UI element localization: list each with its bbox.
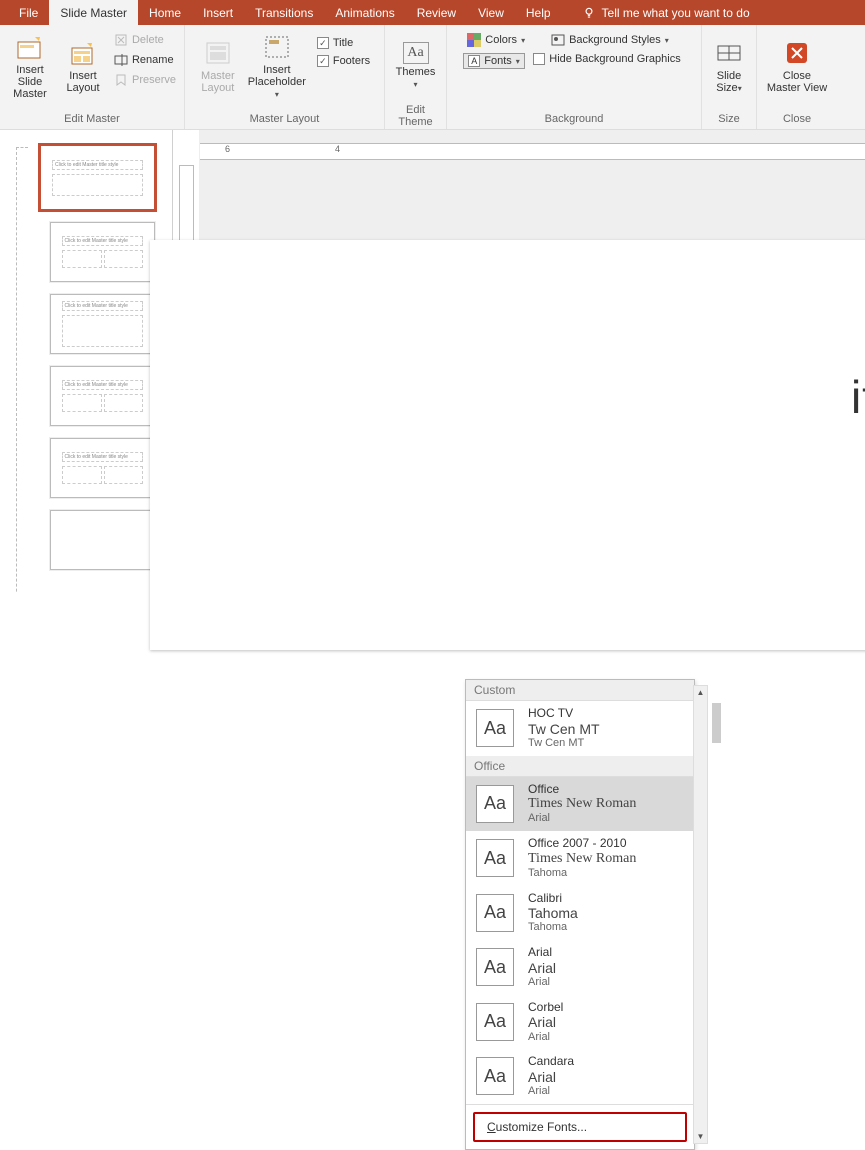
background-styles-button[interactable]: Background Styles▾ — [547, 31, 673, 49]
master-layout-group-label: Master Layout — [250, 112, 320, 127]
colors-button[interactable]: Colors▾ — [463, 31, 529, 49]
delete-button: Delete — [110, 31, 180, 49]
fonts-dropdown: Custom Aa HOC TV Tw Cen MT Tw Cen MT Off… — [465, 679, 695, 1150]
tab-file[interactable]: File — [8, 0, 49, 25]
slide-size-button[interactable]: Slide Size▾ — [706, 29, 752, 103]
placeholder-icon — [263, 32, 291, 62]
insert-slide-master-button[interactable]: Insert Slide Master — [4, 29, 56, 103]
workspace: Click to edit Master title style Click t… — [0, 130, 865, 592]
font-preview-icon: Aa — [476, 948, 514, 986]
footers-checkbox[interactable]: ✓Footers — [313, 53, 374, 69]
rename-button[interactable]: Rename — [110, 51, 180, 69]
font-preview-icon: Aa — [476, 785, 514, 823]
horizontal-ruler: 6 4 — [200, 143, 865, 160]
slide-size-icon — [715, 38, 743, 68]
font-scheme-item[interactable]: Aa Corbel Arial Arial — [466, 995, 694, 1050]
hide-bg-checkbox[interactable]: Hide Background Graphics — [463, 51, 684, 67]
label: Insert Layout — [66, 70, 99, 94]
edit-master-group-label: Edit Master — [64, 112, 120, 127]
font-scheme-item[interactable]: Aa Candara Arial Arial — [466, 1049, 694, 1104]
close-icon — [783, 38, 811, 68]
fonts-dd-custom-header: Custom — [466, 680, 694, 701]
tab-transitions[interactable]: Transitions — [244, 0, 324, 25]
tab-bar: File Slide Master Home Insert Transition… — [0, 0, 865, 25]
preserve-icon — [114, 73, 128, 87]
title-checkbox[interactable]: ✓Title — [313, 35, 374, 51]
rename-icon — [114, 53, 128, 67]
delete-icon — [114, 33, 128, 47]
font-preview-icon: Aa — [476, 839, 514, 877]
master-layout-icon — [204, 38, 232, 68]
ribbon: Insert Slide Master Insert Layout Delete… — [0, 25, 865, 130]
colors-icon — [467, 33, 481, 47]
size-group-label: Size — [718, 112, 739, 127]
insert-placeholder-button[interactable]: Insert Placeholder ▾ — [245, 29, 309, 103]
tab-home[interactable]: Home — [138, 0, 192, 25]
font-scheme-item[interactable]: Aa Office Times New Roman Arial — [466, 777, 694, 832]
tell-me[interactable]: Tell me what you want to do — [582, 6, 750, 20]
background-group-label: Background — [545, 112, 604, 127]
fonts-dd-office-header: Office — [466, 756, 694, 777]
bg-styles-icon — [551, 34, 565, 46]
master-thumbnail[interactable]: Click to edit Master title style — [40, 145, 172, 210]
scroll-thumb[interactable] — [712, 703, 721, 743]
customize-fonts-button[interactable]: Customize Fonts... — [473, 1112, 687, 1142]
font-scheme-item[interactable]: Aa Arial Arial Arial — [466, 940, 694, 995]
slide-master-icon — [16, 32, 44, 62]
master-title-placeholder[interactable]: it Maste — [851, 370, 865, 424]
label: Insert Placeholder ▾ — [245, 64, 309, 100]
master-layout-button: Master Layout — [195, 29, 241, 103]
fonts-dd-scrollbar[interactable]: ▲ ▼ — [693, 685, 708, 1144]
scroll-up-icon[interactable]: ▲ — [695, 686, 707, 699]
tab-view[interactable]: View — [467, 0, 515, 25]
font-preview-icon: Aa — [476, 894, 514, 932]
font-preview-icon: Aa — [476, 709, 514, 747]
slide-canvas[interactable]: it Maste o edit Master subtit — [150, 240, 865, 650]
font-preview-icon: Aa — [476, 1057, 514, 1095]
themes-button[interactable]: Aa Themes▾ — [393, 29, 439, 103]
label: Insert Slide Master — [4, 64, 56, 100]
thumbnail-pane[interactable]: Click to edit Master title style Click t… — [0, 130, 173, 592]
tab-help[interactable]: Help — [515, 0, 562, 25]
label: Slide Size▾ — [716, 70, 741, 94]
font-scheme-item[interactable]: Aa Calibri Tahoma Tahoma — [466, 886, 694, 941]
tell-me-label: Tell me what you want to do — [602, 6, 750, 20]
label: Master Layout — [201, 70, 235, 94]
themes-icon: Aa — [403, 42, 429, 64]
tab-review[interactable]: Review — [406, 0, 467, 25]
lightbulb-icon — [582, 6, 596, 20]
layout-icon — [69, 38, 97, 68]
label: Themes▾ — [396, 66, 436, 90]
font-preview-icon: Aa — [476, 1003, 514, 1041]
tab-slide-master[interactable]: Slide Master — [49, 0, 138, 25]
edit-theme-group-label: Edit Theme — [389, 103, 442, 130]
preserve-button: Preserve — [110, 71, 180, 89]
edit-area[interactable]: 6 4 it Maste o edit Master subtit — [200, 130, 865, 592]
scroll-down-icon[interactable]: ▼ — [695, 1130, 707, 1143]
font-scheme-item[interactable]: Aa Office 2007 - 2010 Times New Roman Ta… — [466, 831, 694, 886]
tab-insert[interactable]: Insert — [192, 0, 244, 25]
layout-connector — [16, 147, 28, 592]
font-scheme-item[interactable]: Aa HOC TV Tw Cen MT Tw Cen MT — [466, 701, 694, 756]
close-group-label: Close — [783, 112, 811, 127]
tab-animations[interactable]: Animations — [324, 0, 405, 25]
close-master-view-button[interactable]: Close Master View — [762, 29, 832, 103]
insert-layout-button[interactable]: Insert Layout — [60, 29, 106, 103]
label: Close Master View — [767, 70, 827, 94]
